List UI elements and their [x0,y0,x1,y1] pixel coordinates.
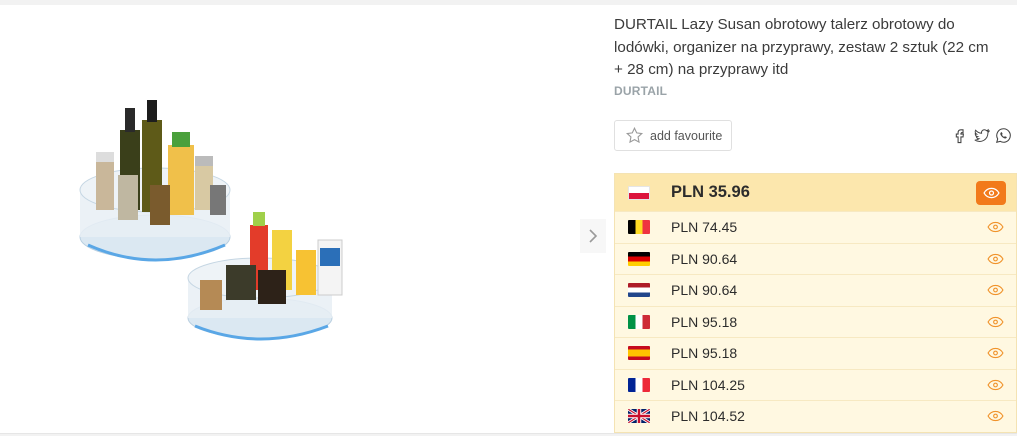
product-title: DURTAIL Lazy Susan obrotowy talerz obrot… [614,16,989,78]
whatsapp-icon[interactable] [994,126,1013,145]
product-brand[interactable]: DURTAIL [614,84,667,98]
eye-icon [986,379,1004,390]
price-value: PLN 74.45 [671,219,738,236]
eye-icon [986,253,1004,264]
eye-icon [986,316,1004,327]
view-offer-button[interactable] [984,313,1006,331]
price-row-belgium[interactable]: PLN 74.45 [615,211,1016,243]
star-icon [625,126,644,144]
eye-icon [986,348,1004,359]
eye-icon [986,285,1004,296]
next-image-button[interactable] [580,219,606,253]
price-value: PLN 95.18 [671,345,738,362]
price-row-italy[interactable]: PLN 95.18 [615,305,1016,338]
italy-flag-icon [628,314,650,329]
eye-icon [982,187,1000,198]
share-buttons [950,126,1013,145]
price-value: PLN 90.64 [671,250,738,267]
view-offer-button[interactable] [984,218,1006,236]
belgium-flag-icon [628,220,650,235]
germany-flag-icon [628,251,650,266]
view-offer-button[interactable] [984,407,1006,425]
price-row-germany[interactable]: PLN 90.64 [615,242,1016,275]
eye-icon [986,222,1004,233]
price-row-netherlands[interactable]: PLN 90.64 [615,274,1016,306]
view-offer-button[interactable] [984,376,1006,394]
product-gallery [0,5,610,433]
price-row-france[interactable]: PLN 104.25 [615,368,1016,401]
poland-flag-icon [628,185,650,200]
price-row-united-kingdom[interactable]: PLN 104.52 [615,400,1016,432]
view-offer-button[interactable] [984,281,1006,299]
chevron-right-icon [589,229,598,243]
product-info: DURTAIL Lazy Susan obrotowy talerz obrot… [614,5,1017,433]
price-value: PLN 104.25 [671,376,745,393]
price-value: PLN 35.96 [671,183,750,201]
price-value: PLN 95.18 [671,313,738,330]
add-favourite-button[interactable]: add favourite [614,120,732,151]
france-flag-icon [628,377,650,392]
price-value: PLN 90.64 [671,282,738,299]
twitter-icon[interactable] [972,126,991,145]
view-offer-button[interactable] [984,250,1006,268]
facebook-icon[interactable] [950,126,969,145]
product-card: DURTAIL Lazy Susan obrotowy talerz obrot… [0,5,1017,434]
netherlands-flag-icon [628,283,650,298]
price-row-poland[interactable]: PLN 35.96 [615,174,1016,211]
view-offer-button[interactable] [976,180,1006,205]
eye-icon [986,411,1004,422]
price-row-spain[interactable]: PLN 95.18 [615,337,1016,369]
add-favourite-label: add favourite [650,128,723,143]
product-image[interactable] [60,90,360,355]
spain-flag-icon [628,346,650,361]
united-kingdom-flag-icon [628,409,650,424]
view-offer-button[interactable] [984,344,1006,362]
price-comparison-table: PLN 35.96 PLN 74.45 PLN 90.64 PLN 90.64 … [614,173,1017,433]
price-value: PLN 104.52 [671,408,745,425]
